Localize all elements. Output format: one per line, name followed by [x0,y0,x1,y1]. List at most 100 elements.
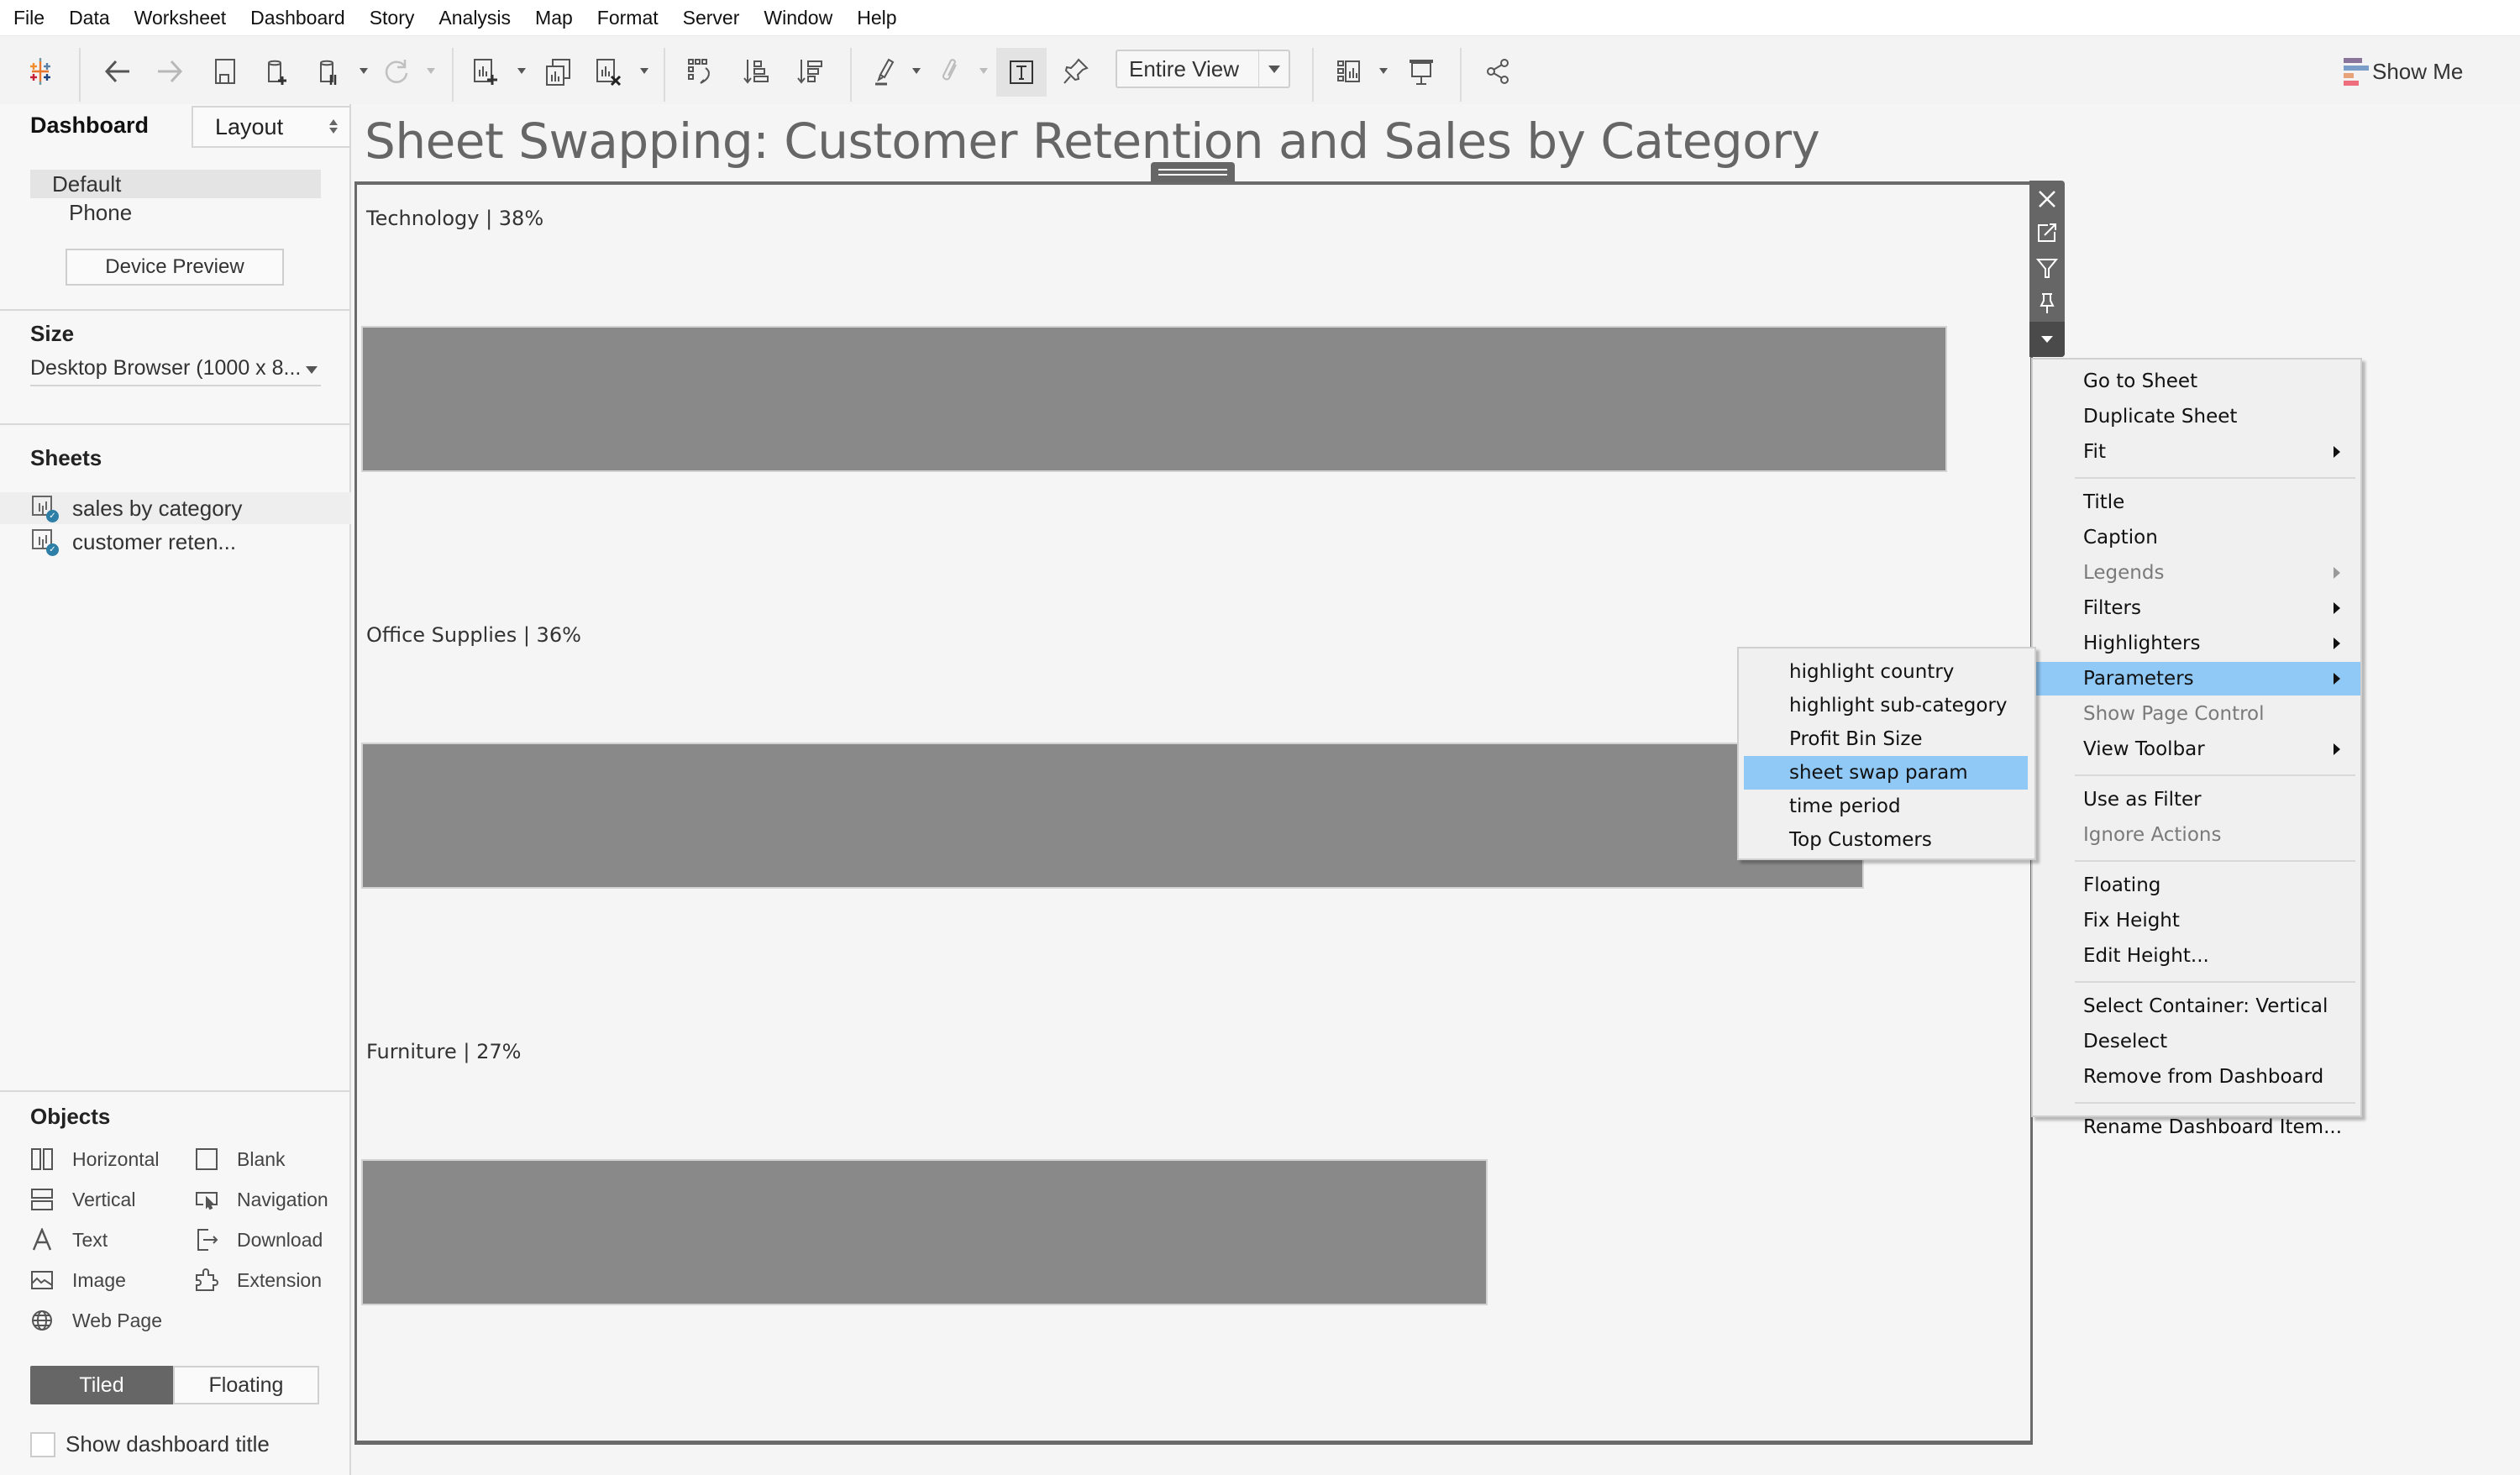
object-web-page[interactable]: Web Page [30,1309,162,1332]
dashboard-title[interactable]: Sheet Swapping: Customer Retention and S… [365,113,1820,170]
sheet-item[interactable]: ✓ customer reten... [0,526,351,558]
object-blank[interactable]: Blank [195,1147,286,1171]
object-navigation[interactable]: Navigation [195,1188,328,1211]
object-vertical[interactable]: Vertical [30,1188,135,1211]
go-to-sheet-icon[interactable] [2029,216,2065,249]
bar-office-supplies[interactable] [361,743,1864,889]
parameter-item-profit-bin-size[interactable]: Profit Bin Size [1739,722,2034,756]
highlight-dropdown[interactable] [912,68,921,74]
group-members-icon[interactable] [936,55,969,88]
menu-item-rename-dashboard-item[interactable]: Rename Dashboard Item... [2033,1110,2360,1144]
sort-ascending-icon[interactable] [739,55,773,88]
filter-icon[interactable] [2029,251,2065,285]
menu-item-edit-height[interactable]: Edit Height... [2033,939,2360,973]
menu-help[interactable]: Help [857,7,896,29]
menu-item-duplicate-sheet[interactable]: Duplicate Sheet [2033,400,2360,433]
show-cards-icon[interactable] [1334,55,1368,88]
device-default[interactable]: Default [30,170,321,198]
fit-select[interactable]: Entire View [1116,50,1290,88]
sheet-item[interactable]: ✓ sales by category [0,492,351,524]
object-download[interactable]: Download [195,1228,323,1252]
close-icon[interactable] [2029,182,2065,216]
drag-handle[interactable] [1151,162,1235,182]
show-me-button[interactable]: Show Me [2344,53,2463,90]
toolbar-separator [1312,48,1314,102]
save-icon[interactable] [208,55,242,88]
parameter-item-highlight-sub-category[interactable]: highlight sub-category [1739,689,2034,722]
menu-worksheet[interactable]: Worksheet [134,7,227,29]
menu-item-label: Remove from Dashboard [2083,1066,2324,1088]
parameter-item-time-period[interactable]: time period [1739,790,2034,823]
menu-analysis[interactable]: Analysis [438,7,511,29]
menu-item-caption[interactable]: Caption [2033,521,2360,554]
menu-item-filters[interactable]: Filters [2033,591,2360,625]
bar-technology[interactable] [361,326,1947,472]
chevron-down-icon[interactable] [1258,51,1289,87]
menu-item-use-as-filter[interactable]: Use as Filter [2033,783,2360,816]
tableau-logo-icon[interactable] [24,55,57,88]
sort-descending-icon[interactable] [793,55,827,88]
fix-axes-icon[interactable] [1058,55,1092,88]
pause-auto-updates-icon[interactable] [312,55,346,88]
parameter-item-top-customers[interactable]: Top Customers [1739,823,2034,857]
menu-item-go-to-sheet[interactable]: Go to Sheet [2033,365,2360,398]
device-preview-button[interactable]: Device Preview [66,249,284,286]
object-image[interactable]: Image [30,1268,126,1292]
floating-button[interactable]: Floating [173,1366,319,1404]
show-mark-labels-button[interactable] [996,48,1047,97]
menu-story[interactable]: Story [370,7,415,29]
tab-dashboard[interactable]: Dashboard [30,113,149,139]
redo-icon[interactable] [153,55,186,88]
bar-furniture[interactable] [361,1159,1488,1305]
parameter-item-sheet-swap-param[interactable]: sheet swap param [1744,756,2028,790]
refresh-dropdown[interactable] [427,68,435,74]
swap-rows-columns-icon[interactable] [684,55,717,88]
group-members-dropdown[interactable] [979,68,988,74]
menu-window[interactable]: Window [764,7,832,29]
more-options-icon[interactable] [2029,322,2065,357]
show-me-bar [2344,80,2359,86]
show-cards-dropdown[interactable] [1379,68,1388,74]
undo-icon[interactable] [101,55,134,88]
show-title-checkbox[interactable] [30,1431,55,1457]
menu-item-fit[interactable]: Fit [2033,435,2360,469]
pause-updates-dropdown[interactable] [360,68,368,74]
new-worksheet-dropdown[interactable] [517,68,526,74]
refresh-icon[interactable] [380,55,413,88]
new-data-source-icon[interactable] [260,55,294,88]
size-select[interactable]: Desktop Browser (1000 x 8... [30,356,321,386]
menu-item-view-toolbar[interactable]: View Toolbar [2033,732,2360,766]
duplicate-sheet-icon[interactable] [541,55,575,88]
menu-file[interactable]: File [13,7,45,29]
tab-layout[interactable]: Layout [192,106,351,148]
share-icon[interactable] [1482,55,1515,88]
menu-item-parameters[interactable]: Parameters [2033,662,2360,696]
parameter-item-highlight-country[interactable]: highlight country [1739,655,2034,689]
menu-data[interactable]: Data [69,7,110,29]
presentation-mode-icon[interactable] [1404,55,1438,88]
menu-map[interactable]: Map [535,7,573,29]
menu-item-select-container-vertical[interactable]: Select Container: Vertical [2033,989,2360,1023]
category-label-technology: Technology | 38% [366,207,544,230]
tiled-button[interactable]: Tiled [30,1366,173,1404]
highlight-icon[interactable] [869,55,902,88]
menu-item-highlighters[interactable]: Highlighters [2033,627,2360,660]
object-horizontal[interactable]: Horizontal [30,1147,160,1171]
menu-item-deselect[interactable]: Deselect [2033,1025,2360,1058]
menu-item-floating[interactable]: Floating [2033,869,2360,902]
object-extension[interactable]: Extension [195,1268,322,1292]
menu-dashboard[interactable]: Dashboard [250,7,345,29]
menu-item-fix-height[interactable]: Fix Height [2033,904,2360,937]
menu-item-remove-from-dashboard[interactable]: Remove from Dashboard [2033,1060,2360,1094]
object-label: Web Page [72,1309,162,1331]
device-phone[interactable]: Phone [69,200,132,226]
object-text[interactable]: Text [30,1228,108,1252]
clear-sheet-icon[interactable] [591,55,625,88]
new-worksheet-icon[interactable] [469,55,502,88]
pin-icon[interactable] [2029,286,2065,320]
clear-sheet-dropdown[interactable] [640,68,648,74]
show-dashboard-title[interactable]: Show dashboard title [30,1431,270,1457]
menu-format[interactable]: Format [597,7,659,29]
menu-server[interactable]: Server [683,7,740,29]
menu-item-title[interactable]: Title [2033,486,2360,519]
